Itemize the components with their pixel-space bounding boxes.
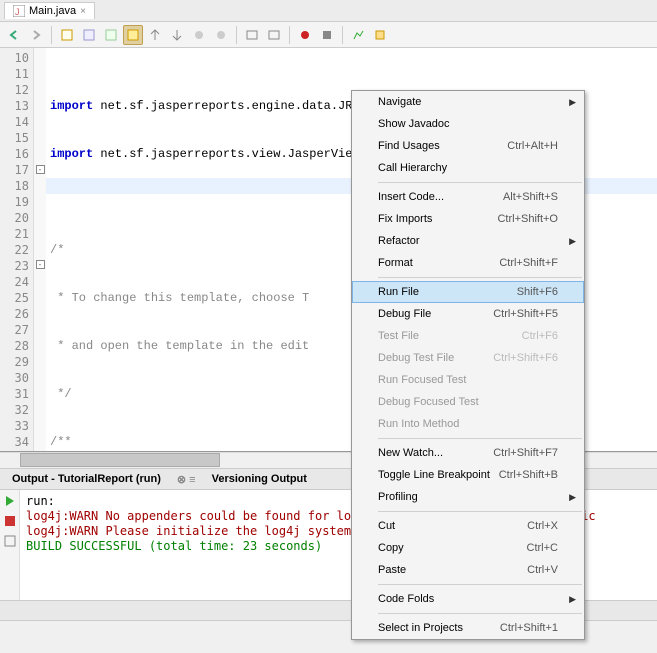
stop-icon[interactable] — [317, 25, 337, 45]
tb-icon-4[interactable] — [123, 25, 143, 45]
versioning-tab[interactable]: Versioning Output — [206, 471, 313, 487]
menu-debug-file[interactable]: Debug FileCtrl+Shift+F5 — [352, 303, 584, 325]
menu-navigate[interactable]: Navigate▶ — [352, 91, 584, 113]
menu-cut[interactable]: CutCtrl+X — [352, 515, 584, 537]
fold-toggle[interactable]: - — [36, 260, 45, 269]
editor-toolbar — [0, 22, 657, 48]
tab-title: Main.java — [29, 5, 76, 17]
svg-text:J: J — [15, 7, 20, 17]
menu-toggle-breakpoint[interactable]: Toggle Line BreakpointCtrl+Shift+B — [352, 464, 584, 486]
file-tab[interactable]: J Main.java × — [4, 2, 95, 19]
tb-icon-8[interactable] — [211, 25, 231, 45]
menu-test-file: Test FileCtrl+F6 — [352, 325, 584, 347]
menu-select-in-projects[interactable]: Select in ProjectsCtrl+Shift+1 — [352, 617, 584, 639]
menu-debug-test-file: Debug Test FileCtrl+Shift+F6 — [352, 347, 584, 369]
run-indicator-icon — [3, 494, 17, 508]
context-menu: Navigate▶ Show Javadoc Find UsagesCtrl+A… — [351, 90, 585, 640]
fold-toggle[interactable]: - — [36, 165, 45, 174]
menu-run-focused-test: Run Focused Test — [352, 369, 584, 391]
stop-indicator-icon — [3, 514, 17, 528]
tb-icon-10[interactable] — [264, 25, 284, 45]
menu-format[interactable]: FormatCtrl+Shift+F — [352, 252, 584, 274]
tb-icon-6[interactable] — [167, 25, 187, 45]
menu-call-hierarchy[interactable]: Call Hierarchy — [352, 157, 584, 179]
fold-gutter: - - — [34, 48, 46, 451]
record-icon[interactable] — [295, 25, 315, 45]
menu-profiling[interactable]: Profiling▶ — [352, 486, 584, 508]
tb-icon-1[interactable] — [57, 25, 77, 45]
back-icon[interactable] — [4, 25, 24, 45]
menu-code-folds[interactable]: Code Folds▶ — [352, 588, 584, 610]
menu-refactor[interactable]: Refactor▶ — [352, 230, 584, 252]
java-file-icon: J — [13, 5, 25, 17]
tb-icon-2[interactable] — [79, 25, 99, 45]
tb-icon-7[interactable] — [189, 25, 209, 45]
menu-paste[interactable]: PasteCtrl+V — [352, 559, 584, 581]
menu-insert-code[interactable]: Insert Code...Alt+Shift+S — [352, 186, 584, 208]
menu-run-into-method: Run Into Method — [352, 413, 584, 435]
tb-icon-9[interactable] — [242, 25, 262, 45]
tb-icon-5[interactable] — [145, 25, 165, 45]
menu-copy[interactable]: CopyCtrl+C — [352, 537, 584, 559]
menu-fix-imports[interactable]: Fix ImportsCtrl+Shift+O — [352, 208, 584, 230]
tab-bar: J Main.java × — [0, 0, 657, 22]
tab-close-icon[interactable]: × — [80, 6, 86, 17]
tb-icon-11[interactable] — [348, 25, 368, 45]
forward-icon[interactable] — [26, 25, 46, 45]
output-tab[interactable]: Output - TutorialReport (run) — [6, 471, 167, 487]
tb-icon-3[interactable] — [101, 25, 121, 45]
menu-run-file[interactable]: Run FileShift+F6 — [352, 281, 584, 303]
menu-find-usages[interactable]: Find UsagesCtrl+Alt+H — [352, 135, 584, 157]
output-gutter — [0, 490, 20, 600]
menu-show-javadoc[interactable]: Show Javadoc — [352, 113, 584, 135]
menu-debug-focused-test: Debug Focused Test — [352, 391, 584, 413]
tb-icon-12[interactable] — [370, 25, 390, 45]
output-icon — [3, 534, 17, 548]
menu-new-watch[interactable]: New Watch...Ctrl+Shift+F7 — [352, 442, 584, 464]
line-number-gutter: 10 11 12 13 14 15 16 17 18 19 20 21 22 2… — [0, 48, 34, 451]
